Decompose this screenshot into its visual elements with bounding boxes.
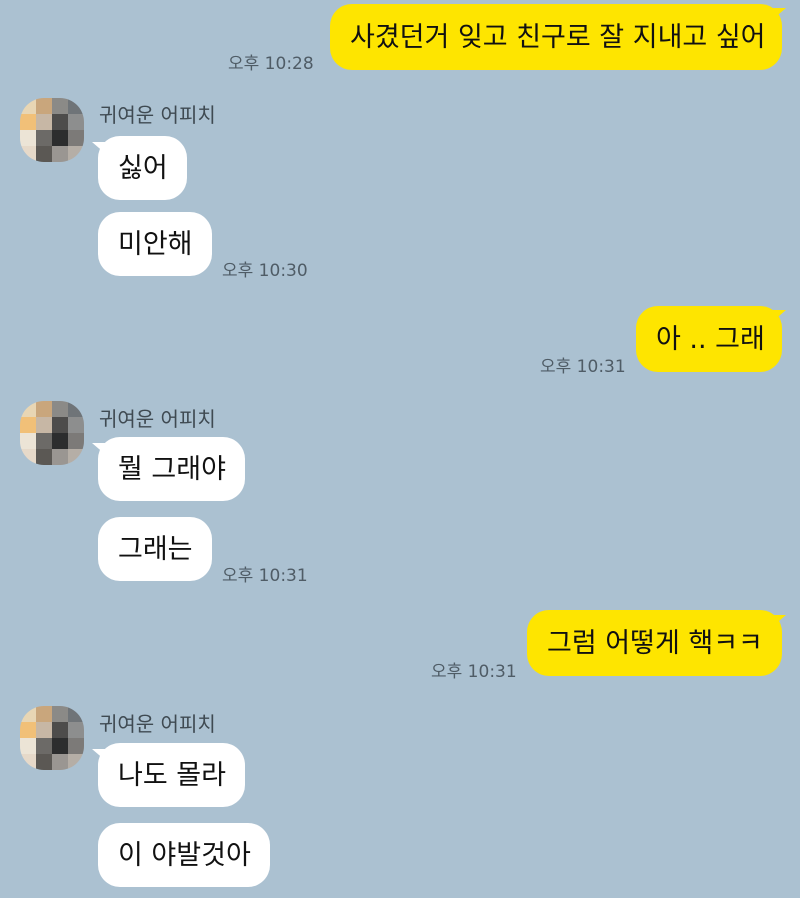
their-message-bubble[interactable]: 나도 몰라 (98, 743, 245, 807)
message-time: 오후 10:31 (222, 566, 308, 586)
message-time: 오후 10:31 (540, 357, 626, 377)
message-time: 오후 10:28 (228, 54, 314, 74)
their-message-bubble[interactable]: 이 야발것아 (98, 823, 270, 887)
my-message-bubble[interactable]: 사겼던거 잊고 친구로 잘 지내고 싶어 (330, 4, 782, 70)
their-message-bubble[interactable]: 싫어 (98, 136, 187, 200)
my-message-bubble[interactable]: 아 .. 그래 (636, 306, 782, 372)
contact-avatar[interactable] (20, 98, 84, 162)
contact-avatar[interactable] (20, 706, 84, 770)
contact-name: 귀여운 어피치 (99, 103, 216, 127)
their-message-bubble[interactable]: 뭘 그래야 (98, 437, 245, 501)
my-message-bubble[interactable]: 그럼 어떻게 핵ㅋㅋ (527, 610, 782, 676)
contact-avatar[interactable] (20, 401, 84, 465)
contact-name: 귀여운 어피치 (99, 712, 216, 736)
message-time: 오후 10:31 (431, 662, 517, 682)
contact-name: 귀여운 어피치 (99, 407, 216, 431)
message-time: 오후 10:30 (222, 261, 308, 281)
their-message-bubble[interactable]: 미안해 (98, 212, 212, 276)
their-message-bubble[interactable]: 그래는 (98, 517, 212, 581)
